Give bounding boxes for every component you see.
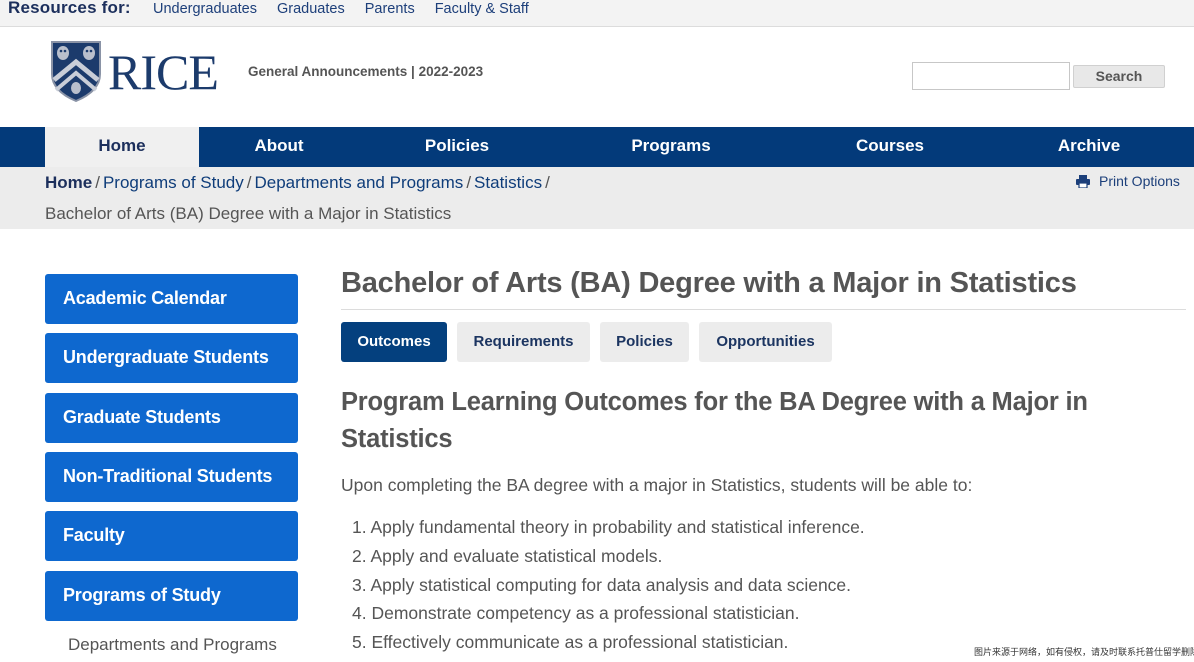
tab-opportunities[interactable]: Opportunities bbox=[699, 322, 832, 362]
sidebar-item-non-traditional-students[interactable]: Non-Traditional Students bbox=[45, 452, 298, 502]
rice-logo[interactable]: RICE bbox=[50, 40, 220, 102]
resource-link-graduates[interactable]: Graduates bbox=[277, 1, 345, 17]
list-item: 1. Apply fundamental theory in probabili… bbox=[352, 517, 865, 537]
resources-label: Resources for: bbox=[8, 0, 131, 17]
breadcrumb-programs-of-study[interactable]: Programs of Study bbox=[103, 173, 244, 192]
nav-archive[interactable]: Archive bbox=[993, 127, 1185, 167]
breadcrumb-departments[interactable]: Departments and Programs bbox=[254, 173, 463, 192]
tab-policies[interactable]: Policies bbox=[600, 322, 689, 362]
nav-about[interactable]: About bbox=[199, 127, 359, 167]
site-title: General Announcements | 2022-2023 bbox=[248, 64, 484, 79]
nav-policies[interactable]: Policies bbox=[359, 127, 555, 167]
sidebar-item-graduate-students[interactable]: Graduate Students bbox=[45, 393, 298, 443]
list-item: 2. Apply and evaluate statistical models… bbox=[352, 545, 663, 566]
sidebar-item-programs-of-study[interactable]: Programs of Study bbox=[45, 571, 298, 621]
breadcrumb-separator: / bbox=[95, 173, 100, 192]
search-button[interactable]: Search bbox=[1073, 65, 1165, 88]
sidebar-item-academic-calendar[interactable]: Academic Calendar bbox=[45, 274, 298, 324]
section-heading: Program Learning Outcomes for the BA Deg… bbox=[341, 388, 1088, 453]
list-item: 3. Apply statistical computing for data … bbox=[352, 574, 852, 595]
title-divider bbox=[341, 309, 1186, 310]
print-options-label: Print Options bbox=[1099, 173, 1180, 189]
page-title: Bachelor of Arts (BA) Degree with a Majo… bbox=[341, 267, 1077, 299]
breadcrumb-current: Bachelor of Arts (BA) Degree with a Majo… bbox=[45, 204, 452, 223]
resources-bar: Resources for: Undergraduates Graduates … bbox=[0, 0, 1194, 27]
sidebar-item-faculty[interactable]: Faculty bbox=[45, 511, 298, 561]
list-item: 4. Demonstrate competency as a professio… bbox=[352, 603, 800, 624]
search-input[interactable] bbox=[912, 62, 1070, 90]
breadcrumb-statistics[interactable]: Statistics bbox=[474, 173, 542, 192]
print-options-link[interactable]: Print Options bbox=[1076, 173, 1180, 189]
intro-text: Upon completing the BA degree with a maj… bbox=[341, 475, 973, 495]
main-nav: Home About Policies Programs Courses Arc… bbox=[0, 127, 1194, 167]
tab-requirements[interactable]: Requirements bbox=[457, 322, 590, 362]
list-item: 5. Effectively communicate as a professi… bbox=[352, 632, 789, 653]
breadcrumb-separator: / bbox=[246, 173, 252, 192]
nav-home[interactable]: Home bbox=[45, 127, 199, 167]
sidebar-subitem-departments[interactable]: Departments and Programs bbox=[68, 635, 277, 655]
nav-courses[interactable]: Courses bbox=[787, 127, 993, 167]
breadcrumb-separator: / bbox=[466, 173, 472, 192]
printer-icon bbox=[1076, 174, 1090, 188]
breadcrumb-home[interactable]: Home bbox=[45, 173, 92, 192]
nav-programs[interactable]: Programs bbox=[555, 127, 787, 167]
breadcrumb: Home / Programs of Study / Departments and P… bbox=[45, 173, 553, 193]
resource-link-undergraduates[interactable]: Undergraduates bbox=[153, 1, 257, 17]
breadcrumb-separator: / bbox=[545, 173, 550, 192]
resource-link-faculty-staff[interactable]: Faculty & Staff bbox=[435, 1, 529, 17]
watermark-text: 图片来源于网络，如有侵权，请及时联系托普仕留学删除 bbox=[974, 647, 1194, 657]
shield-logo-icon bbox=[51, 41, 101, 102]
resources-links: Undergraduates Graduates Parents Faculty… bbox=[153, 1, 529, 17]
resource-link-parents[interactable]: Parents bbox=[365, 1, 415, 17]
tab-outcomes[interactable]: Outcomes bbox=[341, 322, 447, 362]
sidebar-item-undergraduate-students[interactable]: Undergraduate Students bbox=[45, 333, 298, 383]
outcomes-list: 1. Apply fundamental theory in probabili… bbox=[352, 516, 865, 660]
logo-wordmark: RICE bbox=[108, 44, 219, 100]
